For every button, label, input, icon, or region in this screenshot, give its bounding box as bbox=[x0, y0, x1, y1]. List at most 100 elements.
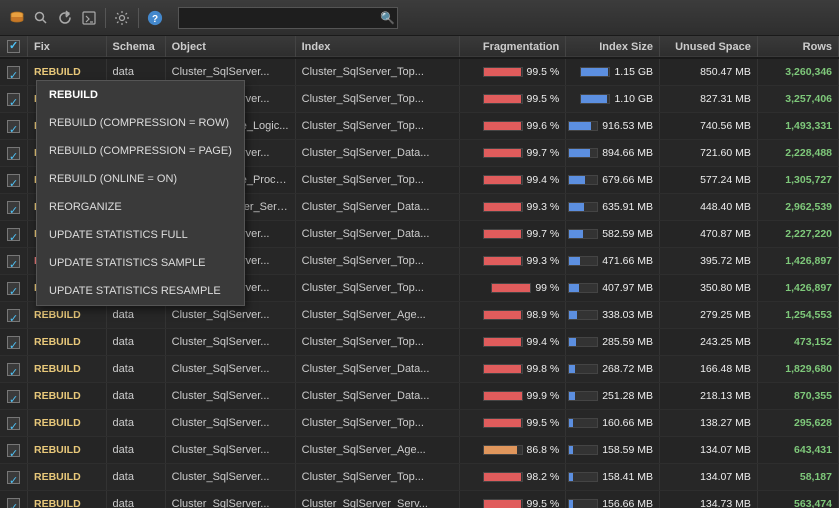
row-checkbox[interactable] bbox=[7, 120, 20, 133]
dropdown-menu-item[interactable]: REBUILD (ONLINE = ON) bbox=[37, 165, 244, 193]
dropdown-menu-item[interactable]: UPDATE STATISTICS SAMPLE bbox=[37, 249, 244, 277]
row-size-cell: 158.41 MB bbox=[566, 464, 660, 491]
frag-bar bbox=[483, 337, 523, 347]
size-value: 338.03 MB bbox=[602, 304, 653, 326]
row-checkbox-cell bbox=[0, 58, 28, 86]
frag-bar bbox=[483, 67, 523, 77]
header-fragmentation[interactable]: Fragmentation bbox=[460, 36, 566, 58]
size-bar bbox=[580, 94, 610, 104]
row-size-cell: 1.15 GB bbox=[566, 58, 660, 86]
row-rows-cell: 2,228,488 bbox=[757, 140, 838, 167]
row-checkbox-cell bbox=[0, 248, 28, 275]
row-index-cell: Cluster_SqlServer_Top... bbox=[295, 329, 460, 356]
frag-bar bbox=[483, 94, 523, 104]
header-fix[interactable]: Fix bbox=[28, 36, 107, 58]
row-checkbox[interactable] bbox=[7, 363, 20, 376]
row-checkbox[interactable] bbox=[7, 444, 20, 457]
unused-value: 827.31 MB bbox=[700, 93, 751, 105]
dropdown-menu-item[interactable]: REBUILD (COMPRESSION = ROW) bbox=[37, 109, 244, 137]
help-icon[interactable]: ? bbox=[144, 7, 166, 29]
row-rows-cell: 2,227,220 bbox=[757, 221, 838, 248]
row-checkbox[interactable] bbox=[7, 255, 20, 268]
row-size-cell: 894.66 MB bbox=[566, 140, 660, 167]
row-checkbox-cell bbox=[0, 302, 28, 329]
dropdown-menu-item[interactable]: UPDATE STATISTICS FULL bbox=[37, 221, 244, 249]
search-icon[interactable] bbox=[30, 7, 52, 29]
header-rows[interactable]: Rows bbox=[757, 36, 838, 58]
row-unused-cell: 134.07 MB bbox=[660, 437, 758, 464]
row-unused-cell: 138.27 MB bbox=[660, 410, 758, 437]
fix-dropdown-menu[interactable]: REBUILDREBUILD (COMPRESSION = ROW)REBUIL… bbox=[36, 80, 245, 306]
dropdown-menu-item[interactable]: REBUILD (COMPRESSION = PAGE) bbox=[37, 137, 244, 165]
row-fix-cell: REBUILD bbox=[28, 356, 107, 383]
table-row: REBUILDdataCluster_SqlServer...Cluster_S… bbox=[0, 410, 839, 437]
row-checkbox[interactable] bbox=[7, 471, 20, 484]
row-checkbox[interactable] bbox=[7, 417, 20, 430]
size-bar bbox=[568, 391, 598, 401]
refresh-icon[interactable] bbox=[54, 7, 76, 29]
row-checkbox[interactable] bbox=[7, 498, 20, 508]
header-checkbox[interactable] bbox=[0, 36, 28, 58]
row-checkbox[interactable] bbox=[7, 309, 20, 322]
frag-bar bbox=[483, 256, 523, 266]
dropdown-menu-item[interactable]: UPDATE STATISTICS RESAMPLE bbox=[37, 277, 244, 305]
unused-value: 448.40 MB bbox=[700, 201, 751, 213]
size-bar-fill bbox=[569, 365, 575, 373]
frag-bar-fill bbox=[484, 95, 522, 103]
row-checkbox[interactable] bbox=[7, 201, 20, 214]
row-fragmentation-cell: 99.7 % bbox=[460, 221, 566, 248]
row-checkbox[interactable] bbox=[7, 174, 20, 187]
row-size-cell: 635.91 MB bbox=[566, 194, 660, 221]
dropdown-menu-item[interactable]: REORGANIZE bbox=[37, 193, 244, 221]
rows-value: 1,254,553 bbox=[785, 309, 832, 321]
row-rows-cell: 1,829,680 bbox=[757, 356, 838, 383]
size-bar-fill bbox=[569, 392, 575, 400]
frag-bar-fill bbox=[484, 257, 522, 265]
row-unused-cell: 279.25 MB bbox=[660, 302, 758, 329]
row-unused-cell: 850.47 MB bbox=[660, 58, 758, 86]
row-schema-cell: data bbox=[106, 437, 165, 464]
table-row: REBUILDdataCluster_SqlServer...Cluster_S… bbox=[0, 464, 839, 491]
header-index-size[interactable]: Index Size bbox=[566, 36, 660, 58]
script-icon[interactable] bbox=[78, 7, 100, 29]
size-value: 635.91 MB bbox=[602, 196, 653, 218]
unused-value: 134.07 MB bbox=[700, 471, 751, 483]
frag-value: 99.5 % bbox=[527, 88, 560, 110]
row-index-cell: Cluster_SqlServer_Age... bbox=[295, 437, 460, 464]
select-all-checkbox[interactable] bbox=[7, 40, 20, 53]
size-bar bbox=[568, 499, 598, 508]
header-index[interactable]: Index bbox=[295, 36, 460, 58]
frag-value: 99.4 % bbox=[527, 331, 560, 353]
header-object[interactable]: Object bbox=[165, 36, 295, 58]
row-size-cell: 160.66 MB bbox=[566, 410, 660, 437]
settings-icon[interactable] bbox=[111, 7, 133, 29]
row-checkbox[interactable] bbox=[7, 93, 20, 106]
row-fragmentation-cell: 99.8 % bbox=[460, 356, 566, 383]
row-checkbox[interactable] bbox=[7, 228, 20, 241]
row-index-cell: Cluster_SqlServer_Top... bbox=[295, 464, 460, 491]
row-checkbox[interactable] bbox=[7, 282, 20, 295]
row-index-cell: Cluster_SqlServer_Top... bbox=[295, 410, 460, 437]
row-unused-cell: 827.31 MB bbox=[660, 86, 758, 113]
row-index-cell: Cluster_SqlServer_Top... bbox=[295, 248, 460, 275]
dropdown-menu-item[interactable]: REBUILD bbox=[37, 81, 244, 109]
header-schema[interactable]: Schema bbox=[106, 36, 165, 58]
rows-value: 2,227,220 bbox=[785, 228, 832, 240]
row-checkbox[interactable] bbox=[7, 66, 20, 79]
size-bar-fill bbox=[569, 284, 578, 292]
size-bar-fill bbox=[569, 500, 573, 508]
search-input[interactable] bbox=[178, 7, 398, 29]
size-value: 268.72 MB bbox=[602, 358, 653, 380]
row-index-cell: Cluster_SqlServer_Data... bbox=[295, 194, 460, 221]
database-icon[interactable] bbox=[6, 7, 28, 29]
row-checkbox[interactable] bbox=[7, 147, 20, 160]
frag-bar-fill bbox=[484, 446, 517, 454]
row-object-cell: Cluster_SqlServer... bbox=[165, 464, 295, 491]
row-checkbox[interactable] bbox=[7, 336, 20, 349]
header-unused-space[interactable]: Unused Space bbox=[660, 36, 758, 58]
table-row: REBUILDdataCluster_SqlServer...Cluster_S… bbox=[0, 329, 839, 356]
row-unused-cell: 134.73 MB bbox=[660, 491, 758, 508]
frag-value: 99.7 % bbox=[527, 223, 560, 245]
toolbar-separator-1 bbox=[105, 8, 106, 28]
row-checkbox[interactable] bbox=[7, 390, 20, 403]
